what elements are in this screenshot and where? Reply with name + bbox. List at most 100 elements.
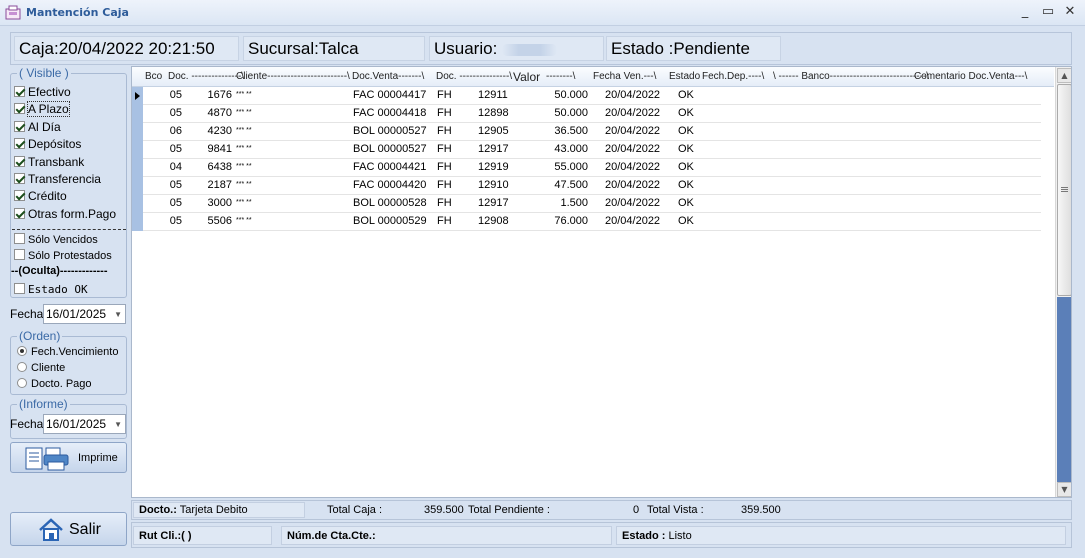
cell-doc-venta: BOL 00000527 (353, 143, 427, 155)
cell-doc: 9841 (207, 143, 232, 155)
orden-radio[interactable]: Docto. Pago (17, 376, 92, 392)
header-bco[interactable]: Bco (145, 71, 162, 82)
estado-status-field: Estado : Listo (616, 526, 1066, 545)
close-button[interactable]: ✕ (1060, 3, 1080, 21)
cell-doc: 4230 (207, 125, 232, 137)
scroll-down-arrow-icon[interactable]: ▼ (1057, 482, 1071, 497)
header-doc-venta[interactable]: Doc.Venta-------\ (352, 71, 424, 82)
scroll-thumb[interactable] (1057, 84, 1071, 296)
cell-valor: 1.500 (560, 197, 588, 209)
header-cliente[interactable]: Cliente------------------------\ (236, 71, 350, 82)
cell-num: 12919 (478, 161, 509, 173)
checkbox-icon (14, 155, 25, 167)
row-selector[interactable] (132, 195, 143, 213)
radio-icon (17, 346, 27, 356)
cell-cliente: *** ** (236, 109, 252, 116)
sucursal-label: Sucursal: (248, 39, 319, 58)
caja-label: Caja: (19, 39, 59, 58)
header-doc-tipo[interactable]: Doc. ---------------\ (436, 71, 512, 82)
checkbox-icon (14, 86, 25, 97)
table-row[interactable]: 05 5506 *** ** BOL 00000529 FH 12908 76.000 20/… (132, 213, 1041, 231)
row-selector[interactable] (132, 105, 143, 123)
status-bar: Rut Cli.:( ) Núm.de Cta.Cte.: Estado : L… (131, 522, 1072, 548)
orden-radio[interactable]: Cliente (17, 360, 65, 376)
cell-doc-venta: FAC 00004420 (353, 179, 427, 191)
estado-ok-checkbox[interactable]: Estado OK (14, 282, 88, 298)
cell-tipo: FH (437, 197, 452, 209)
checkbox-label: Sólo Vencidos (28, 234, 98, 246)
radio-label: Cliente (31, 362, 66, 374)
filter-checkbox[interactable]: Sólo Vencidos (14, 232, 98, 248)
cell-valor: 76.000 (554, 215, 588, 227)
header-valor[interactable]: Valor (513, 70, 540, 84)
cell-bco: 06 (169, 125, 182, 137)
table-row[interactable]: 05 2187 *** ** FAC 00004420 FH 12910 47.500 20/… (132, 177, 1041, 195)
informe-fecha-row: Fecha 16/01/2025 ▼ (10, 414, 128, 434)
window-title: Mantención Caja (26, 6, 129, 19)
table-row[interactable]: 05 4870 *** ** FAC 00004418 FH 12898 50.000 20/… (132, 105, 1041, 123)
row-selector[interactable] (132, 123, 143, 141)
visible-checkbox[interactable]: Efectivo (14, 84, 71, 100)
sucursal-field: Sucursal:Talca (243, 36, 425, 61)
chevron-down-icon: ▼ (114, 310, 122, 319)
table-row[interactable]: 05 1676 *** ** FAC 00004417 FH 12911 50.000 20/… (132, 87, 1041, 105)
header-fech-dep[interactable]: Fech.Dep.----\ (702, 71, 764, 82)
rut-value: ( ) (181, 530, 192, 542)
cell-cliente: *** ** (236, 181, 252, 188)
header-estado[interactable]: Estado (669, 71, 700, 82)
checkbox-label: Otras form.Pago (28, 206, 117, 221)
header-valor-tail: --------\ (546, 71, 576, 82)
radio-icon (17, 362, 27, 372)
cell-estado: OK (678, 107, 694, 119)
visible-checkbox[interactable]: Al Día (14, 119, 61, 135)
scroll-track[interactable] (1057, 297, 1071, 482)
checkbox-label: Crédito (28, 189, 67, 204)
sucursal-value: Talca (318, 39, 359, 58)
row-selector[interactable] (132, 177, 143, 195)
visible-checkbox[interactable]: Transbank (14, 154, 84, 170)
table-row[interactable]: 04 6438 *** ** FAC 00004421 FH 12919 55.000 20/… (132, 159, 1041, 177)
visible-checkbox[interactable]: Depósitos (14, 136, 81, 152)
table-row[interactable]: 06 4230 *** ** BOL 00000527 FH 12905 36.500 20/… (132, 123, 1041, 141)
header-banco[interactable]: \ ------ Banco--------------------------… (773, 71, 929, 82)
visible-fecha-picker[interactable]: 16/01/2025 ▼ (43, 304, 126, 324)
row-selector[interactable] (132, 87, 143, 105)
row-selector[interactable] (132, 159, 143, 177)
header-comentario[interactable]: Comentario Doc.Venta---\ (914, 71, 1027, 82)
radio-icon (17, 378, 27, 388)
usuario-field: Usuario: (429, 36, 604, 61)
cell-doc-venta: BOL 00000527 (353, 125, 427, 137)
table-row[interactable]: 05 3000 *** ** BOL 00000528 FH 12917 1.500 20/0… (132, 195, 1041, 213)
cell-fecha-ven: 20/04/2022 (605, 89, 661, 101)
filter-checkbox[interactable]: Sólo Protestados (14, 248, 112, 264)
orden-radio[interactable]: Fech.Vencimiento (17, 344, 118, 360)
row-selector[interactable] (132, 141, 143, 159)
vertical-scrollbar[interactable]: ▲ ▼ (1055, 67, 1071, 497)
checkbox-icon (14, 249, 25, 260)
cell-cliente: *** ** (236, 163, 252, 170)
row-selector[interactable] (132, 213, 143, 231)
visible-checkbox[interactable]: Transferencia (14, 171, 101, 187)
documents-table[interactable]: Bco Doc. ---------------\ Cliente-------… (131, 66, 1072, 498)
minimize-button[interactable]: _ (1015, 3, 1035, 21)
docto-field: Docto.: Tarjeta Debito (133, 502, 305, 518)
header-doc[interactable]: Doc. ---------------\ (168, 71, 244, 82)
checkbox-icon (14, 283, 25, 294)
header-fecha-ven[interactable]: Fecha Ven.---\ (593, 71, 656, 82)
total-pendiente-value: 0 (633, 504, 640, 516)
cell-valor: 36.500 (554, 125, 588, 137)
print-button[interactable]: Imprime (10, 442, 127, 473)
visible-checkbox[interactable]: A Plazo (14, 101, 70, 118)
total-pendiente-label: Total Pendiente : (468, 504, 550, 516)
visible-checkbox[interactable]: Otras form.Pago (14, 206, 116, 222)
maximize-button[interactable]: ▭ (1038, 3, 1058, 21)
checkbox-label: Transbank (28, 154, 85, 169)
informe-fecha-picker[interactable]: 16/01/2025 ▼ (43, 414, 126, 434)
scroll-up-arrow-icon[interactable]: ▲ (1057, 68, 1071, 83)
table-row[interactable]: 05 9841 *** ** BOL 00000527 FH 12917 43.000 20/… (132, 141, 1041, 159)
total-vista-value: 359.500 (741, 504, 781, 516)
exit-button[interactable]: Salir (10, 512, 127, 546)
visible-checkbox[interactable]: Crédito (14, 188, 67, 204)
estado-field: Estado :Pendiente (606, 36, 781, 61)
cell-num: 12911 (478, 89, 508, 101)
